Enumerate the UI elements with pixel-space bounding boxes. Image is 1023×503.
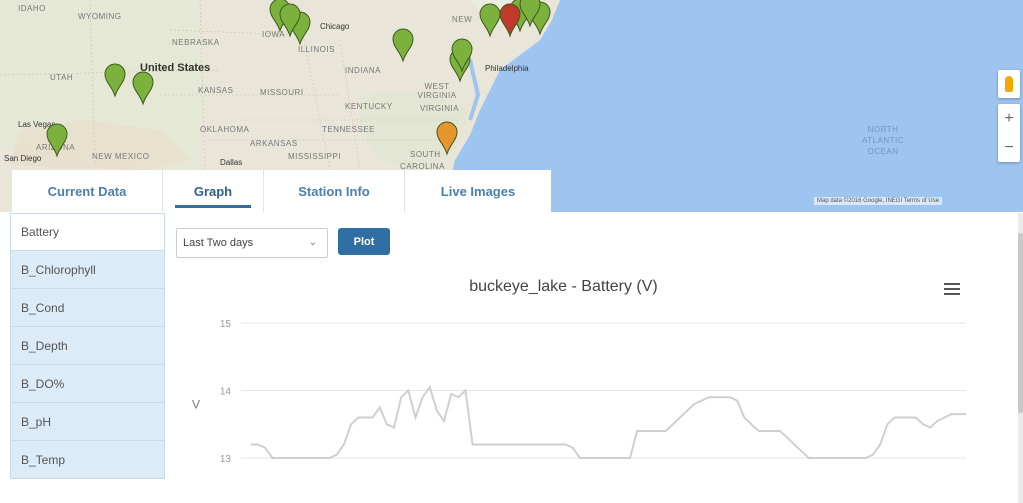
y-axis-label: V xyxy=(192,398,200,412)
scrollbar-thumb[interactable] xyxy=(1018,233,1023,413)
sidebar-item-b-ph[interactable]: B_pH xyxy=(10,403,165,441)
map-attribution[interactable]: Map data ©2016 Google, INEGI Terms of Us… xyxy=(814,197,943,205)
tab-live-images[interactable]: Live Images xyxy=(405,170,551,212)
map-marker-icon[interactable] xyxy=(392,28,414,63)
active-tab-indicator xyxy=(175,205,251,208)
map-marker-icon[interactable] xyxy=(46,123,68,158)
series-line-battery xyxy=(251,384,966,459)
sidebar-item-b-chlorophyll[interactable]: B_Chlorophyll xyxy=(10,251,165,289)
zoom-out-button[interactable]: − xyxy=(998,133,1020,162)
map-marker-icon[interactable] xyxy=(104,63,126,98)
tab-station-info[interactable]: Station Info xyxy=(264,170,405,212)
map-marker-icon[interactable] xyxy=(132,71,154,106)
sidebar-item-battery[interactable]: Battery xyxy=(10,213,165,251)
scrollbar[interactable] xyxy=(1018,213,1023,503)
y-tick-label: 14 xyxy=(220,387,232,398)
sidebar-item-b-depth[interactable]: B_Depth xyxy=(10,327,165,365)
sensor-list: Battery B_Chlorophyll B_Cond B_Depth B_D… xyxy=(10,213,165,479)
map-marker-icon[interactable] xyxy=(479,3,501,38)
tab-graph-label: Graph xyxy=(193,183,233,199)
zoom-control: + − xyxy=(998,104,1020,162)
zoom-in-button[interactable]: + xyxy=(998,104,1020,133)
tab-bar: Current Data Graph Station Info Live Ima… xyxy=(12,170,551,212)
tab-current-data[interactable]: Current Data xyxy=(12,170,163,212)
sidebar-item-b-do[interactable]: B_DO% xyxy=(10,365,165,403)
street-view-pegman-icon[interactable] xyxy=(998,70,1020,98)
map-marker-icon[interactable] xyxy=(499,3,521,38)
y-tick-label: 13 xyxy=(220,454,232,465)
y-tick-label: 15 xyxy=(220,319,232,330)
sidebar-item-b-temp[interactable]: B_Temp xyxy=(10,441,165,479)
tab-graph[interactable]: Graph xyxy=(163,170,264,212)
sidebar-item-b-cond[interactable]: B_Cond xyxy=(10,289,165,327)
map-marker-icon[interactable] xyxy=(436,121,458,156)
graph-panel: Last Two days ⌄ Plot buckeye_lake - Batt… xyxy=(166,213,1023,503)
chart-plot: 15 14 13 V xyxy=(192,319,966,465)
